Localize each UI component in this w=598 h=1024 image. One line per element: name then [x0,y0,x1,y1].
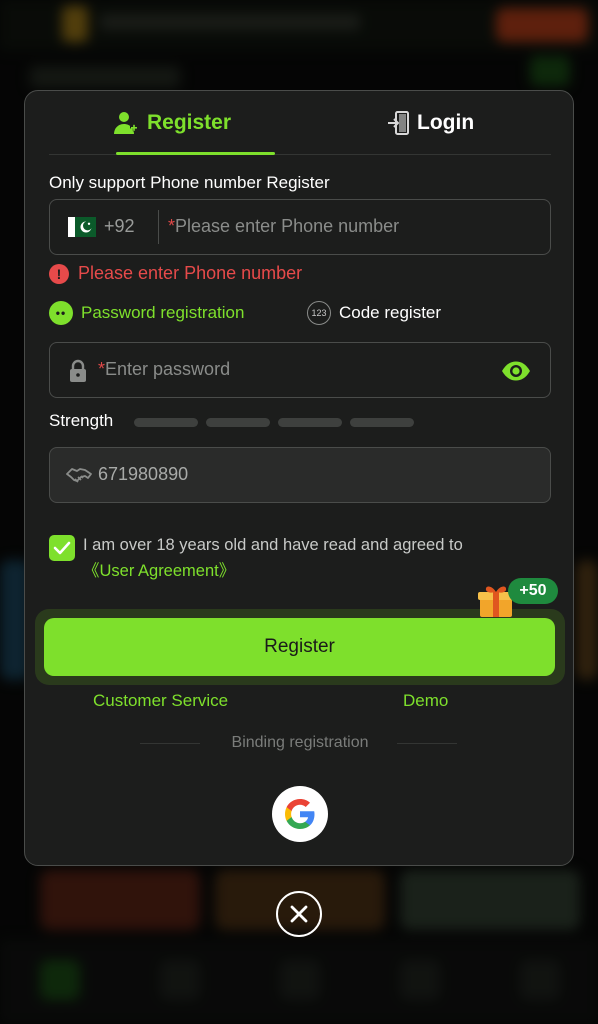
register-modal: Register Login Only support Phone number… [24,90,574,866]
strength-bar [134,418,198,427]
tab-login[interactable]: Login [387,107,474,139]
dial-code[interactable]: +92 [104,216,135,237]
phone-error-text: Please enter Phone number [78,263,303,283]
register-button[interactable]: Register [44,618,555,676]
user-agreement-link[interactable]: 《User Agreement》 [83,557,235,581]
invite-code-field[interactable]: 671980890 [49,447,551,503]
password-registration-label: Password registration [81,303,245,322]
google-icon [285,799,315,829]
handshake-icon [66,468,92,483]
strength-label: Strength [49,411,114,430]
pakistan-flag-icon [68,217,96,237]
close-modal-button[interactable] [276,891,322,937]
google-signin-button[interactable] [272,786,328,842]
phone-error: ! Please enter Phone number [49,263,302,284]
phone-input[interactable]: *Please enter Phone number [168,216,399,237]
exclamation-icon: ! [49,263,69,284]
strength-bar [206,418,270,427]
password-registration-option[interactable]: •• Password registration [49,301,244,325]
lock-icon [70,359,86,382]
close-icon [290,905,308,923]
numbers-123-icon: 123 [307,301,331,325]
phone-field[interactable]: +92 *Please enter Phone number [49,199,551,255]
strength-bar [278,418,342,427]
tab-login-label: Login [417,111,475,134]
checkmark-icon [53,541,71,555]
phone-placeholder: Please enter Phone number [175,216,400,236]
tab-register[interactable]: Register [113,107,231,139]
password-input[interactable]: *Enter password [98,359,230,380]
dots-icon: •• [49,301,73,325]
login-door-icon [388,111,409,135]
customer-service-link[interactable]: Customer Service [93,691,228,711]
auth-tabs: Register Login [49,91,551,155]
required-mark: * [168,216,176,236]
support-label: Only support Phone number Register [49,173,330,192]
field-divider [158,210,159,244]
strength-bar [350,418,414,427]
tab-register-label: Register [147,111,232,134]
bonus-badge: +50 [508,578,558,604]
agree-checkbox[interactable] [49,535,75,561]
agree-text: I am over 18 years old and have read and… [83,536,463,554]
demo-link[interactable]: Demo [403,691,448,711]
password-field[interactable]: *Enter password [49,342,551,398]
code-register-label: Code register [339,303,442,322]
password-placeholder: Enter password [105,359,231,379]
invite-code-value[interactable]: 671980890 [98,464,188,485]
eye-icon[interactable] [500,360,532,382]
active-tab-indicator [116,152,275,155]
add-user-icon [114,112,138,134]
required-mark: * [98,359,106,379]
binding-registration-label: Binding registration [231,734,369,751]
code-register-option[interactable]: 123 Code register [307,301,441,325]
